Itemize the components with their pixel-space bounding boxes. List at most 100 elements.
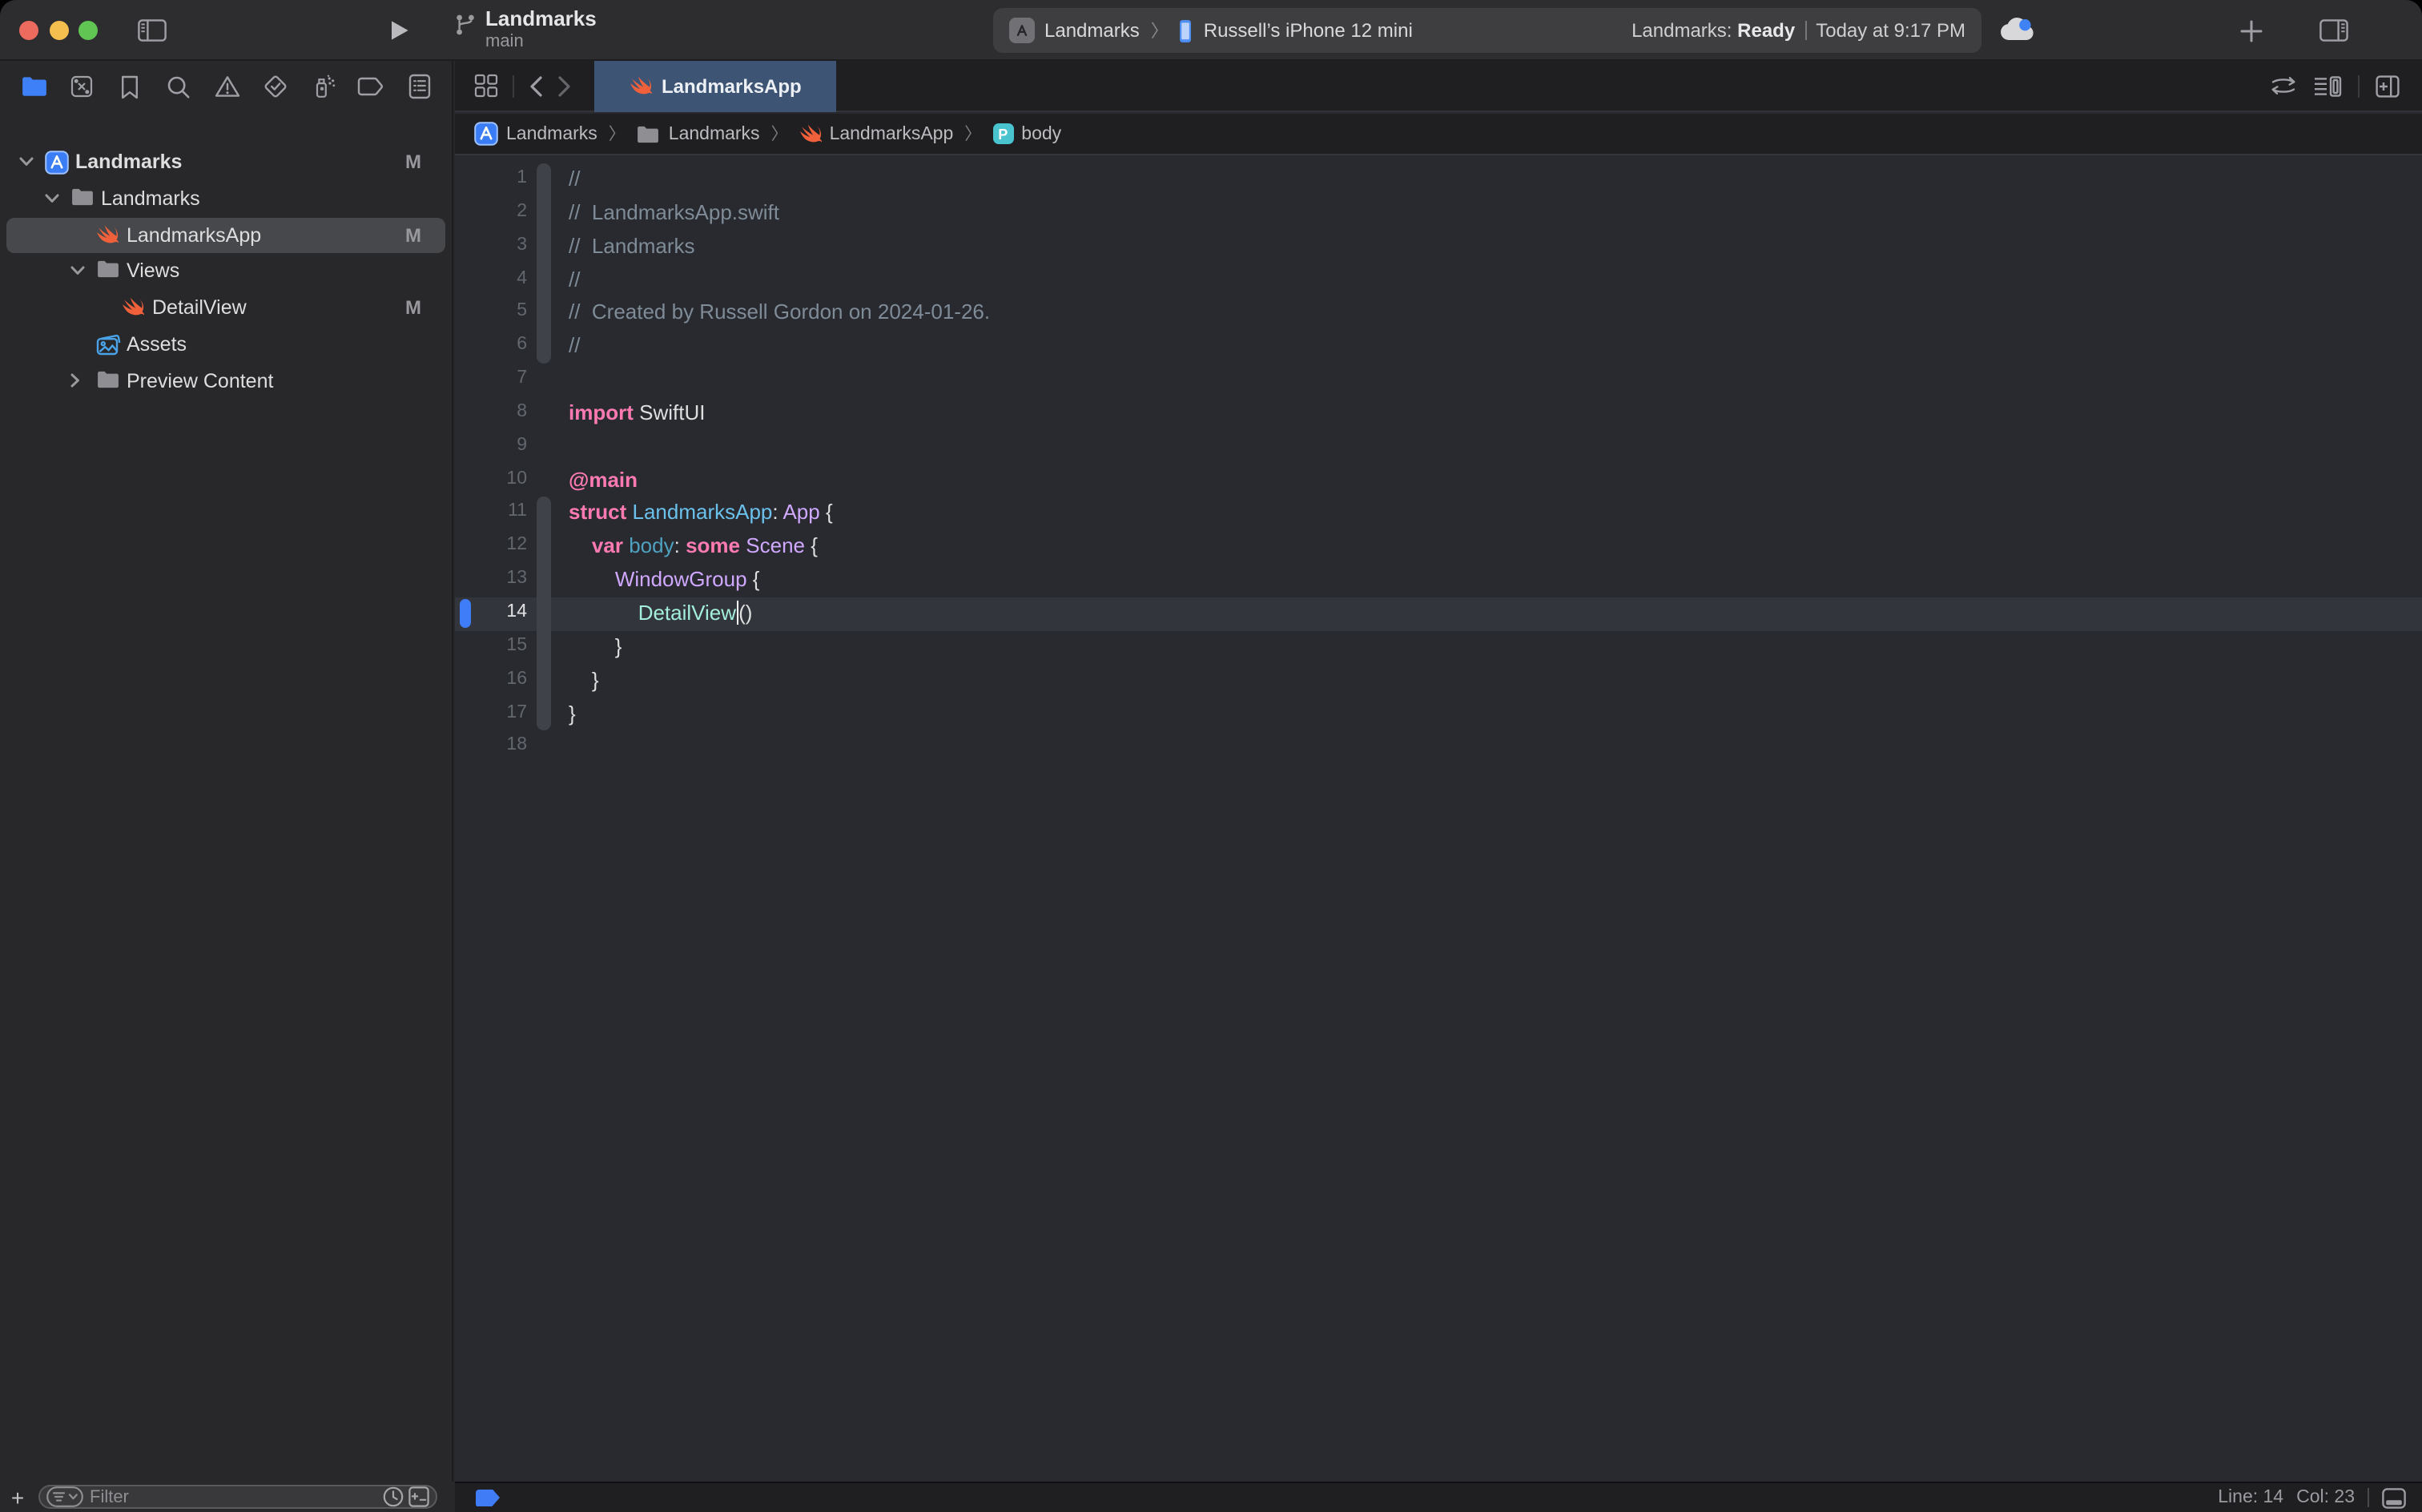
disclosure-chevron-down-icon[interactable] bbox=[45, 194, 59, 203]
fold-ribbon[interactable] bbox=[537, 230, 551, 263]
scheme-selector[interactable]: Landmarks 〉 Russell’s iPhone 12 mini Lan… bbox=[993, 8, 1981, 53]
fold-ribbon[interactable] bbox=[537, 497, 551, 531]
project-navigator-icon[interactable] bbox=[16, 69, 51, 104]
code-line-8[interactable]: 8import SwiftUI bbox=[455, 397, 2422, 431]
code-line-5[interactable]: 5// Created by Russell Gordon on 2024-01… bbox=[455, 297, 2422, 331]
code-line-3[interactable]: 3// Landmarks bbox=[455, 230, 2422, 263]
line-number[interactable]: 18 bbox=[455, 736, 527, 755]
tree-item-assets[interactable]: Assets bbox=[0, 327, 453, 364]
code-line-9[interactable]: 9 bbox=[455, 431, 2422, 464]
code-line-16[interactable]: 16 } bbox=[455, 664, 2422, 698]
tree-item-landmarks[interactable]: Landmarks bbox=[0, 181, 453, 218]
tree-item-landmarks[interactable]: LandmarksM bbox=[0, 144, 453, 181]
fold-ribbon[interactable] bbox=[537, 597, 551, 631]
close-window-button[interactable] bbox=[19, 21, 38, 40]
bookmarks-navigator-icon[interactable] bbox=[113, 69, 148, 104]
code-line-14[interactable]: 14 DetailView() bbox=[455, 597, 2422, 631]
fold-ribbon[interactable] bbox=[537, 698, 551, 731]
tree-item-preview-content[interactable]: Preview Content bbox=[0, 364, 453, 400]
line-number[interactable]: 13 bbox=[455, 569, 527, 588]
fold-ribbon[interactable] bbox=[537, 531, 551, 565]
reports-navigator-icon[interactable] bbox=[402, 69, 437, 104]
editor-options-icon[interactable] bbox=[2382, 1487, 2406, 1508]
line-number[interactable]: 16 bbox=[455, 669, 527, 688]
fold-ribbon[interactable] bbox=[537, 664, 551, 698]
line-number[interactable]: 15 bbox=[455, 636, 527, 655]
code-line-15[interactable]: 15 } bbox=[455, 631, 2422, 665]
code-line-12[interactable]: 12 var body: some Scene { bbox=[455, 531, 2422, 565]
code-line-7[interactable]: 7 bbox=[455, 364, 2422, 397]
cloud-status-icon[interactable] bbox=[1999, 16, 2036, 42]
source-editor[interactable]: 1//2// LandmarksApp.swift3// Landmarks4/… bbox=[455, 157, 2422, 1482]
breakpoints-navigator-icon[interactable] bbox=[354, 69, 389, 104]
fold-ribbon[interactable] bbox=[537, 330, 551, 364]
related-items-icon[interactable] bbox=[474, 74, 498, 98]
line-number[interactable]: 7 bbox=[455, 368, 527, 388]
code-line-13[interactable]: 13 WindowGroup { bbox=[455, 564, 2422, 597]
minimize-window-button[interactable] bbox=[50, 21, 69, 40]
code-line-4[interactable]: 4// bbox=[455, 263, 2422, 297]
scheme-project-label[interactable]: Landmarks bbox=[1044, 19, 1140, 42]
issues-navigator-icon[interactable] bbox=[209, 69, 244, 104]
disclosure-chevron-down-icon[interactable] bbox=[70, 267, 85, 276]
line-number[interactable]: 2 bbox=[455, 202, 527, 221]
tree-item-landmarksapp[interactable]: LandmarksAppM bbox=[0, 217, 453, 254]
filter-funnel-icon[interactable] bbox=[46, 1486, 83, 1507]
line-number[interactable]: 11 bbox=[455, 502, 527, 521]
code-line-10[interactable]: 10@main bbox=[455, 464, 2422, 497]
zoom-window-button[interactable] bbox=[78, 21, 98, 40]
line-number[interactable]: 3 bbox=[455, 235, 527, 254]
sidebar-toggle-button[interactable] bbox=[135, 14, 170, 46]
code-line-2[interactable]: 2// LandmarksApp.swift bbox=[455, 197, 2422, 231]
breadcrumb-landmarks[interactable]: Landmarks bbox=[474, 122, 597, 146]
line-number[interactable]: 4 bbox=[455, 268, 527, 288]
fold-ribbon[interactable] bbox=[537, 297, 551, 331]
fold-ribbon[interactable] bbox=[537, 197, 551, 231]
tab-landmarksapp[interactable]: LandmarksApp bbox=[594, 60, 837, 111]
code-line-18[interactable]: 18 bbox=[455, 731, 2422, 765]
line-number[interactable]: 17 bbox=[455, 702, 527, 722]
disclosure-chevron-down-icon[interactable] bbox=[19, 157, 34, 167]
disclosure-chevron-right-icon[interactable] bbox=[70, 373, 80, 388]
go-back-icon[interactable] bbox=[529, 74, 543, 97]
line-number[interactable]: 8 bbox=[455, 402, 527, 421]
code-line-17[interactable]: 17} bbox=[455, 698, 2422, 731]
fold-ribbon[interactable] bbox=[537, 564, 551, 597]
add-editor-icon[interactable] bbox=[2376, 74, 2400, 97]
inspector-toggle-button[interactable] bbox=[2316, 14, 2352, 46]
tests-navigator-icon[interactable] bbox=[257, 69, 292, 104]
scheme-destination-label[interactable]: Russell’s iPhone 12 mini bbox=[1204, 19, 1413, 42]
line-number[interactable]: 12 bbox=[455, 536, 527, 555]
fold-ribbon[interactable] bbox=[537, 163, 551, 197]
line-number[interactable]: 1 bbox=[455, 168, 527, 187]
minimap-icon[interactable] bbox=[2313, 74, 2342, 97]
run-button[interactable] bbox=[381, 14, 416, 46]
breakpoints-toggle-icon[interactable] bbox=[476, 1489, 500, 1506]
sidebar-left-icon bbox=[138, 19, 167, 42]
recent-files-clock-icon[interactable] bbox=[383, 1486, 404, 1507]
library-button[interactable] bbox=[2233, 14, 2268, 46]
filter-field[interactable]: Filter bbox=[38, 1485, 437, 1509]
fold-ribbon[interactable] bbox=[537, 263, 551, 297]
code-review-icon[interactable] bbox=[2270, 75, 2297, 96]
source-control-navigator-icon[interactable] bbox=[64, 69, 99, 104]
code-line-11[interactable]: 11struct LandmarksApp: App { bbox=[455, 497, 2422, 531]
code-line-1[interactable]: 1// bbox=[455, 163, 2422, 197]
line-number[interactable]: 14 bbox=[455, 602, 527, 621]
tree-item-detailview[interactable]: DetailViewM bbox=[0, 290, 453, 327]
source-control-filter-icon[interactable] bbox=[408, 1486, 429, 1507]
go-forward-icon[interactable] bbox=[557, 74, 572, 97]
add-item-button[interactable]: + bbox=[0, 1486, 35, 1508]
fold-ribbon[interactable] bbox=[537, 631, 551, 665]
line-number[interactable]: 9 bbox=[455, 436, 527, 455]
breadcrumb-body[interactable]: Pbody bbox=[992, 123, 1061, 144]
code-line-6[interactable]: 6// bbox=[455, 330, 2422, 364]
breadcrumb-landmarksapp[interactable]: LandmarksApp bbox=[799, 123, 954, 145]
line-number[interactable]: 10 bbox=[455, 468, 527, 488]
debug-navigator-icon[interactable] bbox=[306, 69, 341, 104]
breadcrumb-landmarks[interactable]: Landmarks bbox=[637, 124, 760, 143]
line-number[interactable]: 6 bbox=[455, 335, 527, 354]
search-navigator-icon[interactable] bbox=[161, 69, 196, 104]
tree-item-views[interactable]: Views bbox=[0, 254, 453, 291]
line-number[interactable]: 5 bbox=[455, 302, 527, 321]
